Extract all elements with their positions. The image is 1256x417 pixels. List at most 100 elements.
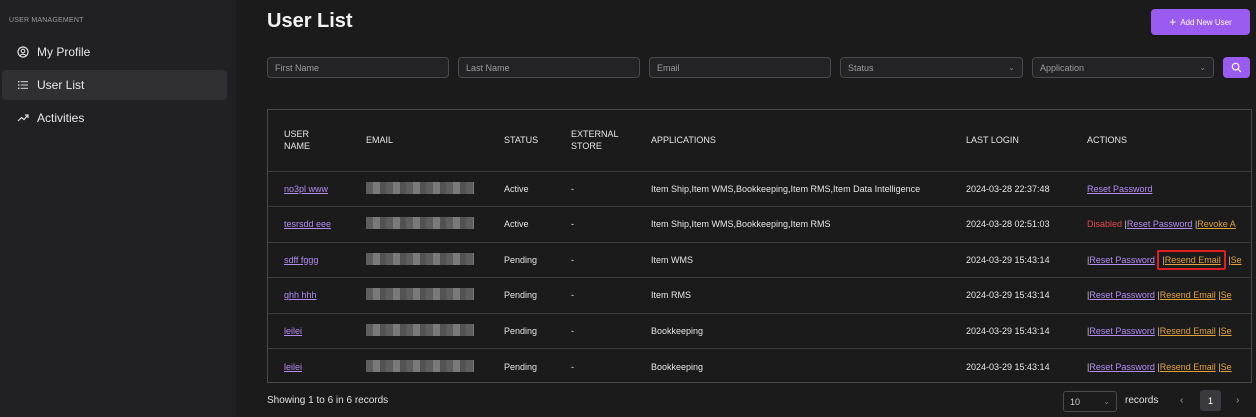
chevron-down-icon: ⌄ bbox=[1008, 63, 1015, 72]
user-name-link[interactable]: ghh hhh bbox=[284, 290, 317, 300]
table-row: leilei Pending - Bookkeeping 2024-03-29 … bbox=[268, 312, 1251, 349]
next-page-button[interactable]: › bbox=[1236, 395, 1239, 406]
col-header-actions: ACTIONS bbox=[1087, 135, 1128, 146]
col-header-status: STATUS bbox=[504, 135, 539, 146]
col-header-email: EMAIL bbox=[366, 135, 394, 146]
reset-password-link[interactable]: Reset Password bbox=[1087, 184, 1153, 194]
prev-page-button[interactable]: ‹ bbox=[1180, 395, 1183, 406]
records-summary: Showing 1 to 6 in 6 records bbox=[267, 395, 389, 406]
send-link[interactable]: Se bbox=[1221, 362, 1232, 372]
table-header-row: USER NAME EMAIL STATUS EXTERNAL STORE APPL… bbox=[268, 110, 1251, 171]
reset-password-link[interactable]: Reset Password bbox=[1089, 290, 1155, 300]
sidebar-item-label: User List bbox=[37, 78, 85, 92]
status-select-label: Status bbox=[848, 62, 874, 73]
user-circle-icon bbox=[16, 45, 30, 59]
sidebar-section-title: USER MANAGEMENT bbox=[9, 17, 84, 24]
last-login-cell: 2024-03-29 15:43:14 bbox=[950, 312, 1071, 349]
reset-password-link[interactable]: Reset Password bbox=[1089, 362, 1155, 372]
actions-cell: |Reset Password |Resend Email |Se bbox=[1071, 241, 1251, 278]
send-link[interactable]: Se bbox=[1221, 326, 1232, 336]
page-title: User List bbox=[267, 10, 353, 32]
sidebar-item-user-list[interactable]: User List bbox=[2, 70, 227, 100]
last-login-cell: 2024-03-28 22:37:48 bbox=[950, 170, 1071, 207]
user-name-link[interactable]: sdff fggg bbox=[284, 255, 318, 265]
resend-email-link[interactable]: Resend Email bbox=[1160, 362, 1216, 372]
actions-cell: |Reset Password |Resend Email |Se bbox=[1071, 277, 1251, 313]
user-table: USER NAME EMAIL STATUS EXTERNAL STORE APPL… bbox=[267, 109, 1252, 383]
search-button[interactable] bbox=[1223, 57, 1250, 78]
status-cell: Pending bbox=[488, 241, 555, 278]
search-icon bbox=[1231, 62, 1242, 73]
plus-icon: + bbox=[1169, 15, 1177, 29]
add-new-user-label: Add New User bbox=[1180, 17, 1232, 27]
status-cell: Pending bbox=[488, 312, 555, 349]
redacted-email bbox=[366, 323, 474, 336]
reset-password-link[interactable]: Reset Password bbox=[1089, 326, 1155, 336]
external-store-cell: - bbox=[555, 348, 635, 382]
sidebar-item-activities[interactable]: Activities bbox=[2, 103, 227, 133]
external-store-cell: - bbox=[555, 241, 635, 278]
user-name-link[interactable]: tesrsdd eee bbox=[284, 219, 331, 229]
last-login-cell: 2024-03-29 15:43:14 bbox=[950, 348, 1071, 382]
chevron-down-icon: ⌄ bbox=[1199, 63, 1206, 72]
applications-cell: Item Ship,Item WMS,Bookkeeping,Item RMS,… bbox=[635, 170, 950, 207]
actions-cell: |Reset Password |Resend Email |Se bbox=[1071, 348, 1251, 382]
page-number-1[interactable]: 1 bbox=[1200, 390, 1221, 411]
status-cell: Active bbox=[488, 206, 555, 242]
col-header-external-store: EXTERNAL STORE bbox=[571, 129, 619, 152]
highlight-box: |Resend Email bbox=[1157, 249, 1226, 270]
send-link[interactable]: Se bbox=[1231, 255, 1242, 265]
table-row: sdff fggg Pending - Item WMS 2024-03-29 … bbox=[268, 241, 1251, 278]
last-login-cell: 2024-03-28 02:51:03 bbox=[950, 206, 1071, 242]
status-select[interactable]: Status ⌄ bbox=[840, 57, 1023, 78]
reset-password-link[interactable]: Reset Password bbox=[1089, 255, 1155, 265]
redacted-email bbox=[366, 217, 474, 230]
user-name-link[interactable]: leilei bbox=[284, 326, 302, 336]
applications-cell: Bookkeeping bbox=[635, 312, 950, 349]
records-label: records bbox=[1125, 395, 1159, 406]
resend-email-link[interactable]: Resend Email bbox=[1160, 290, 1216, 300]
resend-email-link[interactable]: Resend Email bbox=[1160, 326, 1216, 336]
application-select[interactable]: Application ⌄ bbox=[1032, 57, 1214, 78]
external-store-cell: - bbox=[555, 170, 635, 207]
sidebar-item-label: Activities bbox=[37, 111, 85, 125]
add-new-user-button[interactable]: + Add New User bbox=[1151, 9, 1250, 35]
table-row: tesrsdd eee Active - Item Ship,Item WMS,… bbox=[268, 206, 1251, 242]
col-header-applications: APPLICATIONS bbox=[651, 135, 716, 146]
table-row: leilei Pending - Bookkeeping 2024-03-29 … bbox=[268, 348, 1251, 382]
list-icon bbox=[16, 78, 30, 92]
email-input[interactable] bbox=[649, 57, 831, 78]
external-store-cell: - bbox=[555, 277, 635, 313]
page-size-value: 10 bbox=[1070, 396, 1081, 407]
status-cell: Pending bbox=[488, 348, 555, 382]
external-store-cell: - bbox=[555, 206, 635, 242]
redacted-email bbox=[366, 288, 474, 301]
application-select-label: Application bbox=[1040, 62, 1085, 73]
redacted-email bbox=[366, 252, 474, 265]
last-login-cell: 2024-03-29 15:43:14 bbox=[950, 241, 1071, 278]
trend-icon bbox=[16, 111, 30, 125]
user-name-link[interactable]: no3pl www bbox=[284, 184, 328, 194]
applications-cell: Bookkeeping bbox=[635, 348, 950, 382]
table-row: ghh hhh Pending - Item RMS 2024-03-29 15… bbox=[268, 277, 1251, 313]
last-login-cell: 2024-03-29 15:43:14 bbox=[950, 277, 1071, 313]
last-name-input[interactable] bbox=[458, 57, 640, 78]
actions-cell: |Reset Password |Resend Email |Se bbox=[1071, 312, 1251, 349]
actions-cell: Disabled |Reset Password |Revoke A bbox=[1071, 206, 1251, 242]
applications-cell: Item WMS bbox=[635, 241, 950, 278]
redacted-email bbox=[366, 181, 474, 194]
status-cell: Pending bbox=[488, 277, 555, 313]
resend-email-link[interactable]: Resend Email bbox=[1165, 255, 1221, 265]
user-name-link[interactable]: leilei bbox=[284, 362, 302, 372]
send-link[interactable]: Se bbox=[1221, 290, 1232, 300]
external-store-cell: - bbox=[555, 312, 635, 349]
page-size-select[interactable]: 10 ⌄ bbox=[1063, 391, 1117, 412]
disabled-label: Disabled bbox=[1087, 219, 1123, 230]
applications-cell: Item RMS bbox=[635, 277, 950, 313]
first-name-input[interactable] bbox=[267, 57, 449, 78]
revoke-access-link[interactable]: Revoke A bbox=[1197, 219, 1236, 229]
reset-password-link[interactable]: Reset Password bbox=[1127, 219, 1193, 229]
col-header-last-login: LAST LOGIN bbox=[966, 135, 1019, 146]
sidebar: USER MANAGEMENT My Profile User List Act… bbox=[0, 0, 236, 417]
sidebar-item-my-profile[interactable]: My Profile bbox=[2, 37, 227, 67]
